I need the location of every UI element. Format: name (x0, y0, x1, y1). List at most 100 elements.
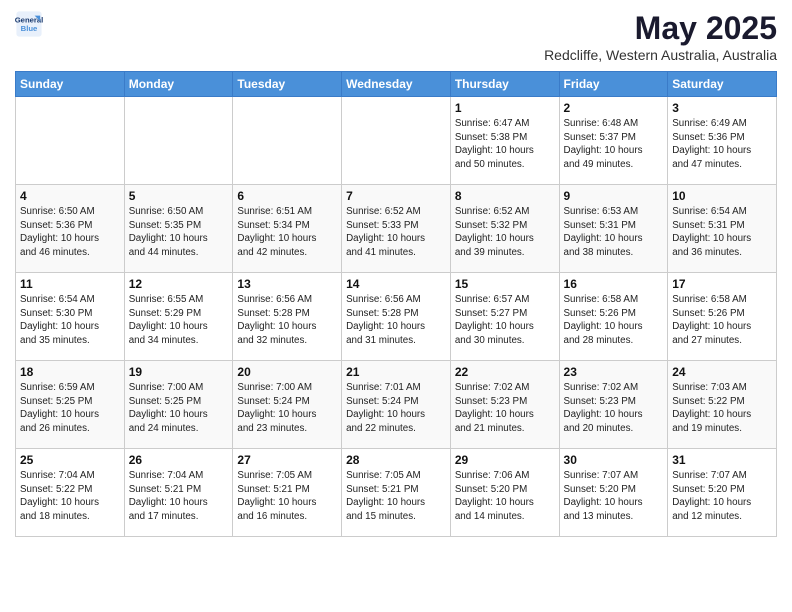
day-info: Sunrise: 6:50 AM Sunset: 5:35 PM Dayligh… (129, 205, 229, 260)
day-info: Sunrise: 7:04 AM Sunset: 5:22 PM Dayligh… (20, 469, 120, 524)
day-number: 28 (346, 453, 446, 467)
day-info: Sunrise: 6:53 AM Sunset: 5:31 PM Dayligh… (564, 205, 664, 260)
calendar-cell: 28 Sunrise: 7:05 AM Sunset: 5:21 PM Dayli… (342, 449, 451, 537)
svg-text:Blue: Blue (21, 24, 38, 33)
calendar-cell: 30Sunrise: 7:07 AM Sunset: 5:20 PM Dayli… (559, 449, 668, 537)
day-number: 18 (20, 365, 120, 379)
day-info: Sunrise: 6:47 AM Sunset: 5:38 PM Dayligh… (455, 117, 555, 172)
day-info: Sunrise: 7:02 AM Sunset: 5:23 PM Dayligh… (455, 381, 555, 436)
day-number: 31 (672, 453, 772, 467)
calendar-cell: 19 Sunrise: 7:00 AM Sunset: 5:25 PM Dayli… (124, 361, 233, 449)
day-number: 23 (564, 365, 664, 379)
day-info: Sunrise: 6:59 AM Sunset: 5:25 PM Dayligh… (20, 381, 120, 436)
week-row-1: 1 Sunrise: 6:47 AM Sunset: 5:38 PM Daylig… (16, 97, 777, 185)
day-info: Sunrise: 7:07 AM Sunset: 5:20 PM Dayligh… (672, 469, 772, 524)
day-number: 3 (672, 101, 772, 115)
day-info: Sunrise: 6:56 AM Sunset: 5:28 PM Dayligh… (346, 293, 446, 348)
day-info: Sunrise: 7:04 AM Sunset: 5:21 PM Dayligh… (129, 469, 229, 524)
weekday-header-tuesday: Tuesday (233, 72, 342, 97)
calendar-cell: 22 Sunrise: 7:02 AM Sunset: 5:23 PM Dayli… (450, 361, 559, 449)
day-number: 29 (455, 453, 555, 467)
day-number: 16 (564, 277, 664, 291)
calendar-cell: 17 Sunrise: 6:58 AM Sunset: 5:26 PM Dayli… (668, 273, 777, 361)
logo: General Blue (15, 10, 43, 38)
day-info: Sunrise: 6:49 AM Sunset: 5:36 PM Dayligh… (672, 117, 772, 172)
day-number: 17 (672, 277, 772, 291)
logo-icon: General Blue (15, 10, 43, 38)
calendar-cell: 14Sunrise: 6:56 AM Sunset: 5:28 PM Dayli… (342, 273, 451, 361)
day-info: Sunrise: 6:54 AM Sunset: 5:31 PM Dayligh… (672, 205, 772, 260)
day-number: 22 (455, 365, 555, 379)
day-info: Sunrise: 7:07 AM Sunset: 5:20 PM Dayligh… (564, 469, 664, 524)
day-info: Sunrise: 7:02 AM Sunset: 5:23 PM Dayligh… (564, 381, 664, 436)
calendar-cell: 6 Sunrise: 6:51 AM Sunset: 5:34 PM Daylig… (233, 185, 342, 273)
day-info: Sunrise: 7:05 AM Sunset: 5:21 PM Dayligh… (237, 469, 337, 524)
calendar-cell: 21 Sunrise: 7:01 AM Sunset: 5:24 PM Dayli… (342, 361, 451, 449)
day-number: 10 (672, 189, 772, 203)
day-number: 13 (237, 277, 337, 291)
week-row-5: 25Sunrise: 7:04 AM Sunset: 5:22 PM Dayli… (16, 449, 777, 537)
calendar-table: SundayMondayTuesdayWednesdayThursdayFrid… (15, 71, 777, 537)
weekday-header-thursday: Thursday (450, 72, 559, 97)
calendar-cell: 12Sunrise: 6:55 AM Sunset: 5:29 PM Dayli… (124, 273, 233, 361)
day-info: Sunrise: 6:51 AM Sunset: 5:34 PM Dayligh… (237, 205, 337, 260)
calendar-cell: 9 Sunrise: 6:53 AM Sunset: 5:31 PM Daylig… (559, 185, 668, 273)
day-info: Sunrise: 6:52 AM Sunset: 5:32 PM Dayligh… (455, 205, 555, 260)
day-info: Sunrise: 7:00 AM Sunset: 5:24 PM Dayligh… (237, 381, 337, 436)
calendar-cell: 1 Sunrise: 6:47 AM Sunset: 5:38 PM Daylig… (450, 97, 559, 185)
day-info: Sunrise: 6:48 AM Sunset: 5:37 PM Dayligh… (564, 117, 664, 172)
calendar-cell: 18 Sunrise: 6:59 AM Sunset: 5:25 PM Dayli… (16, 361, 125, 449)
calendar-cell: 15 Sunrise: 6:57 AM Sunset: 5:27 PM Dayli… (450, 273, 559, 361)
calendar-cell: 10 Sunrise: 6:54 AM Sunset: 5:31 PM Dayli… (668, 185, 777, 273)
day-number: 6 (237, 189, 337, 203)
day-info: Sunrise: 6:58 AM Sunset: 5:26 PM Dayligh… (564, 293, 664, 348)
week-row-4: 18 Sunrise: 6:59 AM Sunset: 5:25 PM Dayli… (16, 361, 777, 449)
calendar-cell: 25Sunrise: 7:04 AM Sunset: 5:22 PM Dayli… (16, 449, 125, 537)
day-info: Sunrise: 7:05 AM Sunset: 5:21 PM Dayligh… (346, 469, 446, 524)
day-number: 24 (672, 365, 772, 379)
day-number: 7 (346, 189, 446, 203)
calendar-cell: 13Sunrise: 6:56 AM Sunset: 5:28 PM Dayli… (233, 273, 342, 361)
calendar-cell: 11 Sunrise: 6:54 AM Sunset: 5:30 PM Dayli… (16, 273, 125, 361)
day-number: 1 (455, 101, 555, 115)
day-info: Sunrise: 6:54 AM Sunset: 5:30 PM Dayligh… (20, 293, 120, 348)
calendar-cell (233, 97, 342, 185)
calendar-cell: 5 Sunrise: 6:50 AM Sunset: 5:35 PM Daylig… (124, 185, 233, 273)
calendar-cell: 8 Sunrise: 6:52 AM Sunset: 5:32 PM Daylig… (450, 185, 559, 273)
calendar-cell: 2 Sunrise: 6:48 AM Sunset: 5:37 PM Daylig… (559, 97, 668, 185)
location-title: Redcliffe, Western Australia, Australia (544, 47, 777, 63)
day-info: Sunrise: 6:52 AM Sunset: 5:33 PM Dayligh… (346, 205, 446, 260)
weekday-header-sunday: Sunday (16, 72, 125, 97)
day-number: 11 (20, 277, 120, 291)
title-area: May 2025 Redcliffe, Western Australia, A… (544, 10, 777, 63)
day-number: 5 (129, 189, 229, 203)
page-header: General Blue May 2025 Redcliffe, Western… (15, 10, 777, 63)
calendar-cell: 27 Sunrise: 7:05 AM Sunset: 5:21 PM Dayli… (233, 449, 342, 537)
calendar-cell: 23 Sunrise: 7:02 AM Sunset: 5:23 PM Dayli… (559, 361, 668, 449)
weekday-header-friday: Friday (559, 72, 668, 97)
day-number: 8 (455, 189, 555, 203)
calendar-cell: 3 Sunrise: 6:49 AM Sunset: 5:36 PM Daylig… (668, 97, 777, 185)
day-info: Sunrise: 6:58 AM Sunset: 5:26 PM Dayligh… (672, 293, 772, 348)
day-number: 27 (237, 453, 337, 467)
day-number: 4 (20, 189, 120, 203)
day-number: 21 (346, 365, 446, 379)
month-title: May 2025 (544, 10, 777, 47)
calendar-cell: 24Sunrise: 7:03 AM Sunset: 5:22 PM Dayli… (668, 361, 777, 449)
day-info: Sunrise: 7:00 AM Sunset: 5:25 PM Dayligh… (129, 381, 229, 436)
day-info: Sunrise: 6:55 AM Sunset: 5:29 PM Dayligh… (129, 293, 229, 348)
calendar-cell: 29Sunrise: 7:06 AM Sunset: 5:20 PM Dayli… (450, 449, 559, 537)
calendar-cell (16, 97, 125, 185)
day-number: 19 (129, 365, 229, 379)
day-number: 26 (129, 453, 229, 467)
day-info: Sunrise: 7:01 AM Sunset: 5:24 PM Dayligh… (346, 381, 446, 436)
day-info: Sunrise: 6:57 AM Sunset: 5:27 PM Dayligh… (455, 293, 555, 348)
weekday-header-row: SundayMondayTuesdayWednesdayThursdayFrid… (16, 72, 777, 97)
calendar-cell: 7 Sunrise: 6:52 AM Sunset: 5:33 PM Daylig… (342, 185, 451, 273)
day-number: 15 (455, 277, 555, 291)
calendar-cell (342, 97, 451, 185)
calendar-cell: 16 Sunrise: 6:58 AM Sunset: 5:26 PM Dayli… (559, 273, 668, 361)
day-number: 9 (564, 189, 664, 203)
day-number: 2 (564, 101, 664, 115)
week-row-3: 11 Sunrise: 6:54 AM Sunset: 5:30 PM Dayli… (16, 273, 777, 361)
